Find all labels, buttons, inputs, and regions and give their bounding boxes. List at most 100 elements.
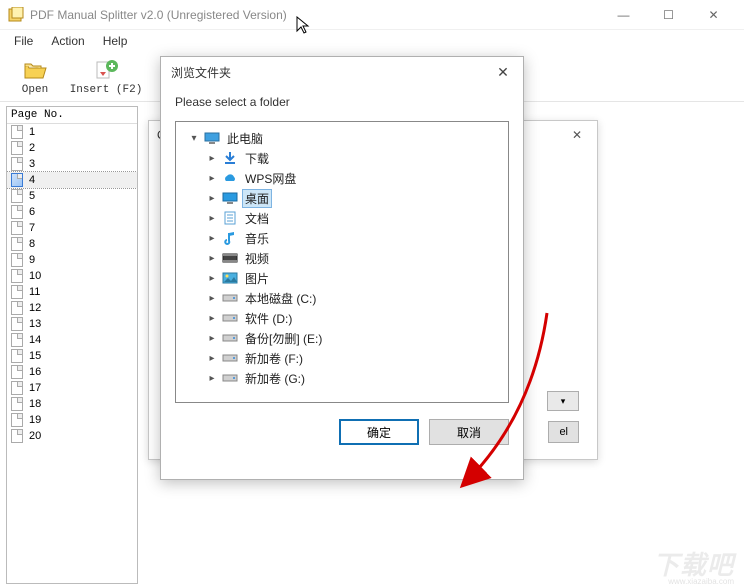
expand-icon[interactable]: ▸ xyxy=(206,372,218,384)
dialog-buttons: 确定 取消 xyxy=(161,403,523,445)
page-row[interactable]: 11 xyxy=(7,284,137,300)
maximize-button[interactable]: ☐ xyxy=(646,1,691,29)
page-icon xyxy=(11,173,23,187)
page-row[interactable]: 18 xyxy=(7,396,137,412)
page-row[interactable]: 13 xyxy=(7,316,137,332)
page-row[interactable]: 16 xyxy=(7,364,137,380)
dialog-close-button[interactable]: ✕ xyxy=(493,64,513,81)
expand-icon[interactable]: ▸ xyxy=(206,272,218,284)
tree-node[interactable]: ▸新加卷 (G:) xyxy=(180,368,504,388)
tree-node-this-pc[interactable]: ▾ 此电脑 xyxy=(180,128,504,148)
page-row[interactable]: 19 xyxy=(7,412,137,428)
tree-node[interactable]: ▸ WPS网盘 xyxy=(180,168,504,188)
page-icon xyxy=(11,157,23,171)
tree-node-label: 新加卷 (F:) xyxy=(242,349,306,368)
tree-node-label: 文档 xyxy=(242,209,272,228)
cancel-button[interactable]: 取消 xyxy=(429,419,509,445)
tree-node[interactable]: ▸备份[勿删] (E:) xyxy=(180,328,504,348)
page-row[interactable]: 1 xyxy=(7,124,137,140)
page-icon xyxy=(11,397,23,411)
page-number: 8 xyxy=(29,238,35,250)
minimize-button[interactable]: — xyxy=(601,1,646,29)
page-row[interactable]: 12 xyxy=(7,300,137,316)
page-icon xyxy=(11,365,23,379)
expand-icon[interactable]: ▸ xyxy=(206,252,218,264)
page-number: 5 xyxy=(29,190,35,202)
page-row[interactable]: 14 xyxy=(7,332,137,348)
ok-button[interactable]: 确定 xyxy=(339,419,419,445)
collapse-icon[interactable]: ▾ xyxy=(188,132,200,144)
bg-dialog-close-button[interactable]: ✕ xyxy=(565,128,589,142)
dialog-title: 浏览文件夹 xyxy=(171,64,231,81)
page-row[interactable]: 4 xyxy=(7,172,137,188)
page-row[interactable]: 20 xyxy=(7,428,137,444)
tree-node[interactable]: ▸图片 xyxy=(180,268,504,288)
close-button[interactable]: ✕ xyxy=(691,1,736,29)
tree-node[interactable]: ▸音乐 xyxy=(180,228,504,248)
tree-node[interactable]: ▸桌面 xyxy=(180,188,504,208)
insert-button[interactable]: Insert (F2) xyxy=(66,58,146,96)
expand-icon[interactable]: ▸ xyxy=(206,352,218,364)
window-buttons: — ☐ ✕ xyxy=(601,1,736,29)
page-row[interactable]: 10 xyxy=(7,268,137,284)
expand-icon[interactable]: ▸ xyxy=(206,152,218,164)
cloud-icon xyxy=(222,171,238,185)
expand-icon[interactable]: ▸ xyxy=(206,332,218,344)
page-list[interactable]: Page No. 1234567891011121314151617181920 xyxy=(6,106,138,584)
page-icon xyxy=(11,429,23,443)
bg-combo[interactable]: ▾ xyxy=(547,391,579,411)
expand-icon[interactable]: ▸ xyxy=(206,192,218,204)
computer-icon xyxy=(204,131,220,145)
page-icon xyxy=(11,285,23,299)
tree-node-label: 软件 (D:) xyxy=(242,309,295,328)
tree-node-label: WPS网盘 xyxy=(242,169,299,188)
desktop-icon xyxy=(222,191,238,205)
disk-icon xyxy=(222,351,238,365)
page-icon xyxy=(11,269,23,283)
video-icon xyxy=(222,251,238,265)
menu-help[interactable]: Help xyxy=(95,32,136,50)
page-row[interactable]: 6 xyxy=(7,204,137,220)
page-number: 4 xyxy=(29,174,35,186)
menu-action[interactable]: Action xyxy=(43,32,92,50)
page-number: 1 xyxy=(29,126,35,138)
open-button[interactable]: Open xyxy=(10,58,60,96)
open-label: Open xyxy=(22,84,48,96)
tree-node[interactable]: ▸ 视频 xyxy=(180,248,504,268)
disk-icon xyxy=(222,371,238,385)
expand-icon[interactable]: ▸ xyxy=(206,312,218,324)
tree-node[interactable]: ▸ 新加卷 (F:) xyxy=(180,348,504,368)
dialog-title-bar[interactable]: 浏览文件夹 ✕ xyxy=(161,57,523,87)
page-row[interactable]: 2 xyxy=(7,140,137,156)
page-row[interactable]: 17 xyxy=(7,380,137,396)
folder-open-icon xyxy=(23,58,47,82)
page-number: 2 xyxy=(29,142,35,154)
page-row[interactable]: 9 xyxy=(7,252,137,268)
expand-icon[interactable]: ▸ xyxy=(206,172,218,184)
tree-node[interactable]: ▸ 文档 xyxy=(180,208,504,228)
expand-icon[interactable]: ▸ xyxy=(206,292,218,304)
tree-node-label: 此电脑 xyxy=(224,129,266,148)
doc-icon xyxy=(222,211,238,225)
page-row[interactable]: 3 xyxy=(7,156,137,172)
tree-node-label: 视频 xyxy=(242,249,272,268)
tree-node[interactable]: ▸下载 xyxy=(180,148,504,168)
page-row[interactable]: 15 xyxy=(7,348,137,364)
tree-node[interactable]: ▸本地磁盘 (C:) xyxy=(180,288,504,308)
page-number: 15 xyxy=(29,350,41,362)
page-icon xyxy=(11,301,23,315)
expand-icon[interactable]: ▸ xyxy=(206,212,218,224)
page-row[interactable]: 7 xyxy=(7,220,137,236)
menu-bar: File Action Help xyxy=(0,30,744,52)
expand-icon[interactable]: ▸ xyxy=(206,232,218,244)
bg-cancel-button[interactable]: el xyxy=(548,421,579,443)
page-row[interactable]: 8 xyxy=(7,236,137,252)
browse-folder-dialog: 浏览文件夹 ✕ Please select a folder ▾ 此电脑 ▸下载… xyxy=(160,56,524,480)
folder-tree[interactable]: ▾ 此电脑 ▸下载▸WPS网盘▸桌面▸文档▸音乐▸视频▸图片▸本地磁盘 (C:)… xyxy=(175,121,509,403)
chevron-down-icon: ▾ xyxy=(561,396,566,407)
page-row[interactable]: 5 xyxy=(7,188,137,204)
page-icon xyxy=(11,189,23,203)
tree-node[interactable]: ▸ 软件 (D:) xyxy=(180,308,504,328)
menu-file[interactable]: File xyxy=(6,32,41,50)
page-number: 16 xyxy=(29,366,41,378)
